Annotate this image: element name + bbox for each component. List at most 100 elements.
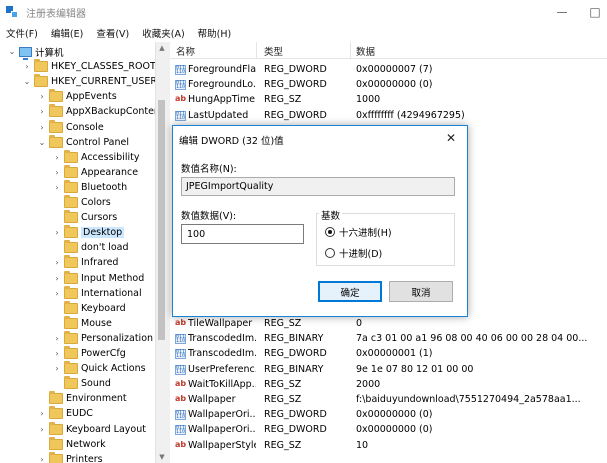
dialog-close-button[interactable]: ✕ [441,130,461,146]
scroll-up-icon[interactable]: ▲ [156,42,167,54]
chevron-right-icon[interactable]: › [53,334,61,343]
tree-item[interactable]: Sound [53,376,111,391]
tree-item[interactable]: › HKEY_CLASSES_ROOT [23,59,156,74]
menu-edit[interactable]: 编辑(E) [45,26,90,40]
tree-item[interactable]: › Personalization [53,330,153,346]
tree-item[interactable]: › PowerCfg [53,346,126,361]
tree-item[interactable]: › Quick Actions [53,361,146,376]
tree-item[interactable]: Keyboard [53,300,126,316]
chevron-right-icon[interactable]: › [53,153,61,162]
binary-value-icon [175,349,186,360]
tree-item[interactable]: don't load [53,240,129,255]
column-header-type[interactable]: 类型 [264,44,283,58]
value-name: TranscodedIm... [188,348,256,360]
value-row[interactable]: LastUpdated REG_DWORD 0xffffffff (42949672… [170,109,607,124]
scroll-down-icon[interactable]: ▼ [156,451,167,463]
chevron-right-icon[interactable]: › [38,107,46,116]
chevron-right-icon[interactable]: › [53,228,61,237]
radio-hex[interactable]: 十六进制(H) [325,225,392,239]
value-data: 1000 [356,94,381,106]
cancel-button[interactable]: 取消 [389,281,453,302]
value-name: ForegroundLo... [188,79,256,91]
value-data: 0x00000000 (0) [356,79,433,91]
chevron-right-icon[interactable]: › [38,92,46,101]
tree-item[interactable]: › EUDC [38,406,93,421]
menu-favorites[interactable]: 收藏夹(A) [136,26,191,40]
value-name: WallpaperOri... [188,409,256,421]
tree-item[interactable]: › Infrared [53,255,118,270]
value-name: Wallpaper [188,394,236,405]
chevron-right-icon[interactable]: › [38,425,46,434]
chevron-right-icon[interactable]: › [38,455,46,463]
column-header-name[interactable]: 名称 [176,44,195,58]
chevron-right-icon[interactable]: › [53,183,61,192]
menu-file[interactable]: 文件(F) [0,26,45,40]
chevron-right-icon[interactable]: › [53,168,61,177]
chevron-right-icon[interactable]: › [53,349,61,358]
radio-decimal[interactable]: 十进制(D) [325,246,382,260]
value-row[interactable]: TileWallpaper REG_SZ 0 [170,317,607,332]
chevron-down-icon[interactable]: ⌄ [23,77,31,86]
tree-item[interactable]: ⌄ Control Panel [38,134,129,150]
value-row[interactable]: ForegroundFla... REG_DWORD 0x00000007 (7) [170,63,607,78]
chevron-right-icon[interactable]: › [53,289,61,298]
tree-item[interactable]: › AppEvents [38,89,117,104]
value-row[interactable]: ForegroundLo... REG_DWORD 0x00000000 (0) [170,78,607,93]
tree-scrollbar[interactable]: ▲ ▼ [155,42,167,463]
tree-item[interactable]: › Appearance [53,164,138,180]
maximize-button[interactable]: □ [583,0,607,24]
value-row[interactable]: TranscodedIm... REG_BINARY 7a c3 01 00 a1 … [170,332,607,347]
value-row[interactable]: Wallpaper REG_SZ f:\baiduyundownload\75512… [170,393,607,408]
tree-item[interactable]: › Desktop [53,225,125,240]
value-row[interactable]: WallpaperOri... REG_DWORD 0x00000000 (0) [170,423,607,438]
tree-item[interactable]: › Printers [38,451,103,463]
ok-button[interactable]: 确定 [318,281,382,302]
tree-item[interactable]: Mouse [53,315,112,331]
tree-item[interactable]: › AppXBackupConter [38,104,158,119]
value-row[interactable]: HungAppTime... REG_SZ 1000 [170,93,607,108]
tree-scrollbar-thumb[interactable] [158,100,165,340]
chevron-right-icon[interactable]: › [53,364,61,373]
tree-item[interactable]: Network [38,436,106,452]
chevron-right-icon[interactable]: › [23,62,31,71]
chevron-right-icon[interactable]: › [53,258,61,267]
chevron-right-icon[interactable]: › [38,409,46,418]
value-row[interactable]: UserPreferenc... REG_BINARY 9e 1e 07 80 12… [170,363,607,378]
radio-decimal-label: 十进制(D) [339,249,383,260]
menu-help[interactable]: 帮助(H) [192,26,239,40]
value-type: REG_DWORD [264,409,327,421]
value-data-input[interactable]: 100 [181,224,304,244]
value-data: 9e 1e 07 80 12 01 00 00 [356,363,474,375]
tree-item[interactable]: Environment [38,391,127,406]
radio-decimal-indicator[interactable] [325,248,335,258]
value-row[interactable]: WaitToKillApp... REG_SZ 2000 [170,378,607,393]
tree-item[interactable]: Cursors [53,210,117,225]
minimize-button[interactable] [540,0,584,24]
value-row[interactable]: WallpaperOri... REG_DWORD 0x00000000 (0) [170,408,607,423]
chevron-right-icon[interactable]: › [53,274,61,283]
tree-item[interactable]: › Accessibility [53,149,139,165]
value-row[interactable]: TranscodedIm... REG_DWORD 0x00000001 (1) [170,347,607,362]
chevron-right-icon[interactable]: › [38,123,46,132]
value-name: WallpaperStyle [188,439,256,451]
tree-item[interactable]: › International [53,285,142,301]
string-value-icon [175,94,186,105]
value-type: REG_DWORD [264,348,327,360]
chevron-down-icon[interactable]: ⌄ [8,47,16,56]
tree-item[interactable]: ⌄ HKEY_CURRENT_USER [23,74,157,89]
value-row[interactable]: WallpaperStyle REG_SZ 10 [170,439,607,454]
folder-icon [64,330,78,344]
tree-item[interactable]: ⌄ 计算机 [8,44,64,60]
tree-item[interactable]: › Keyboard Layout [38,421,146,437]
tree-item[interactable]: › Input Method [53,270,144,286]
tree-item[interactable]: › Bluetooth [53,179,127,195]
column-header-data[interactable]: 数据 [356,44,375,58]
chevron-down-icon[interactable]: ⌄ [38,138,46,147]
tree-item[interactable]: Colors [53,195,111,210]
radio-hex-indicator[interactable] [325,227,335,237]
base-label: 基数 [319,208,343,222]
menu-view[interactable]: 查看(V) [90,26,136,40]
tree-item[interactable]: › Console [38,119,104,135]
